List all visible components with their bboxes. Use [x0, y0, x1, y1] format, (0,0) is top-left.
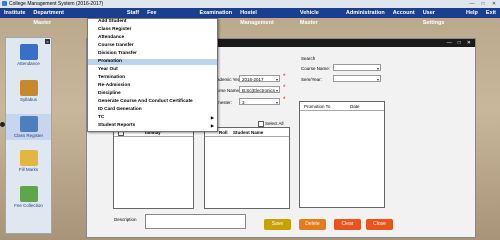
- menu-item-tc[interactable]: TC ▶: [88, 115, 217, 121]
- grid-header-divider: [300, 110, 384, 111]
- promotion-to-header: Promotion To: [304, 104, 331, 109]
- close-app-button[interactable]: ✕: [490, 1, 498, 7]
- select-all-label: Select All: [265, 121, 284, 126]
- course-name-select[interactable]: B.Sc(Electronics ▾: [239, 86, 280, 93]
- grid-header-divider: [114, 136, 193, 137]
- menu-student[interactable]: [87, 8, 123, 18]
- register-icon: [19, 116, 38, 132]
- chevron-down-icon: ▾: [275, 100, 278, 105]
- app-icon: [2, 1, 7, 6]
- sidebar-item-label: Fee Collection: [14, 203, 43, 208]
- chevron-down-icon: ▾: [376, 66, 379, 71]
- calendar-icon: [19, 44, 38, 60]
- menu-hostel-management[interactable]: Hostel Management: [236, 8, 296, 26]
- delete-button[interactable]: Delete: [299, 219, 326, 230]
- chevron-right-icon: ▶: [210, 115, 214, 120]
- menu-vehicle-master[interactable]: Vehicle Master: [296, 8, 342, 26]
- clear-button[interactable]: Clear: [334, 219, 361, 230]
- menu-item-add-student[interactable]: Add Student: [88, 19, 217, 25]
- roll-student-grid[interactable]: Roll Student Name: [204, 127, 290, 209]
- menu-examination[interactable]: Examination: [195, 8, 236, 18]
- shortcut-sidebar: × Attendance Syllabus Class Register Fil…: [5, 37, 52, 234]
- search-sem-select[interactable]: ▾: [333, 75, 381, 82]
- chevron-down-icon: ▾: [275, 88, 278, 93]
- sidebar-item-fill-marks[interactable]: Fill Marks: [6, 150, 51, 172]
- sidebar-item-label: Syllabus: [19, 97, 37, 102]
- menu-help[interactable]: Help: [462, 8, 482, 18]
- menu-item-course-transfer[interactable]: Course transfer: [88, 43, 217, 49]
- sidebar-item-attendance[interactable]: Attendance: [6, 44, 51, 66]
- search-section-label: Search: [301, 56, 316, 61]
- sidebar-item-class-register[interactable]: Class Register: [6, 114, 51, 140]
- required-marker: *: [283, 97, 286, 103]
- menu-item-re-admission[interactable]: Re-Admission: [88, 83, 217, 89]
- app-title: College Management System (2016-2017): [9, 1, 104, 7]
- menu-item-attendance[interactable]: Attendance: [88, 35, 217, 41]
- menu-item-generate-certificate[interactable]: Generate Course And Conduct Certificate: [88, 99, 217, 105]
- menu-user-settings[interactable]: User Settings: [419, 8, 462, 26]
- minimize-button[interactable]: —: [468, 1, 476, 7]
- sidebar-item-label: Class Register: [13, 133, 44, 138]
- sidebar-item-syllabus[interactable]: Syllabus: [6, 80, 51, 102]
- student-name-header: Student Name: [233, 130, 264, 135]
- sidebar-item-label: Attendance: [17, 61, 40, 66]
- academic-year-select[interactable]: 2016-2017 ▾: [239, 75, 280, 82]
- menu-item-class-register[interactable]: Class Register: [88, 27, 217, 33]
- promotion-grid[interactable]: Promotion To Date: [299, 101, 385, 208]
- window-maximize-button[interactable]: □: [458, 40, 461, 46]
- maximize-button[interactable]: □: [479, 1, 487, 7]
- menu-item-year-out[interactable]: Year Out: [88, 67, 217, 73]
- chevron-down-icon: ▾: [376, 77, 379, 82]
- menu-account[interactable]: Account: [389, 8, 419, 18]
- main-menubar: Institute Department Master Staff Fee Ma…: [0, 8, 500, 26]
- menu-administration[interactable]: Administration: [342, 8, 389, 18]
- description-label: Description: [114, 217, 137, 222]
- description-input[interactable]: [145, 214, 246, 229]
- money-icon: [19, 186, 38, 202]
- student-list-grid[interactable]: Tanmay: [113, 127, 194, 209]
- menu-item-student-reports[interactable]: Student Reports ▶: [88, 123, 217, 129]
- menu-item-discipline[interactable]: Discipline: [88, 91, 217, 97]
- course-name-label: urse Name:: [217, 88, 241, 93]
- menu-item-id-card-generation[interactable]: ID Card Generation: [88, 107, 217, 113]
- search-course-select[interactable]: ▾: [333, 64, 381, 71]
- student-menu-dropdown: Add Student Class Register Attendance Co…: [87, 18, 218, 132]
- semester-label: mester:: [217, 100, 233, 105]
- menu-fee-management[interactable]: Fee Management: [143, 8, 195, 26]
- search-course-label: Course Name:: [301, 66, 331, 71]
- window-close-button[interactable]: ✕: [467, 40, 471, 46]
- search-sem-label: Sem/Year:: [301, 77, 322, 82]
- save-button[interactable]: Save: [264, 219, 291, 230]
- close-button[interactable]: Close: [366, 219, 393, 230]
- required-marker: *: [283, 74, 286, 80]
- window-minimize-button[interactable]: —: [447, 40, 452, 46]
- sidebar-item-fee-collection[interactable]: Fee Collection: [6, 186, 51, 208]
- date-header: Date: [350, 104, 360, 109]
- chevron-down-icon: ▾: [275, 77, 278, 82]
- book-icon: [19, 80, 38, 96]
- semester-select[interactable]: 3 ▾: [239, 98, 280, 105]
- menu-department-master[interactable]: Department Master: [29, 8, 87, 26]
- sidebar-item-label: Fill Marks: [18, 167, 39, 172]
- required-marker: *: [283, 85, 286, 91]
- menu-item-termination[interactable]: Termination: [88, 75, 217, 81]
- roll-header: Roll: [219, 130, 228, 135]
- sidebar-collapse-icon[interactable]: [0, 122, 5, 127]
- menu-institute[interactable]: Institute: [0, 8, 29, 18]
- grid-header-divider: [205, 136, 289, 137]
- menu-exit[interactable]: Exit: [482, 8, 500, 18]
- menu-staff[interactable]: Staff: [123, 8, 143, 18]
- menu-item-promotion[interactable]: Promotion: [88, 59, 217, 66]
- marks-icon: [19, 150, 38, 166]
- chevron-right-icon: ▶: [210, 123, 214, 128]
- menu-item-division-transfer[interactable]: Division Transfer: [88, 51, 217, 57]
